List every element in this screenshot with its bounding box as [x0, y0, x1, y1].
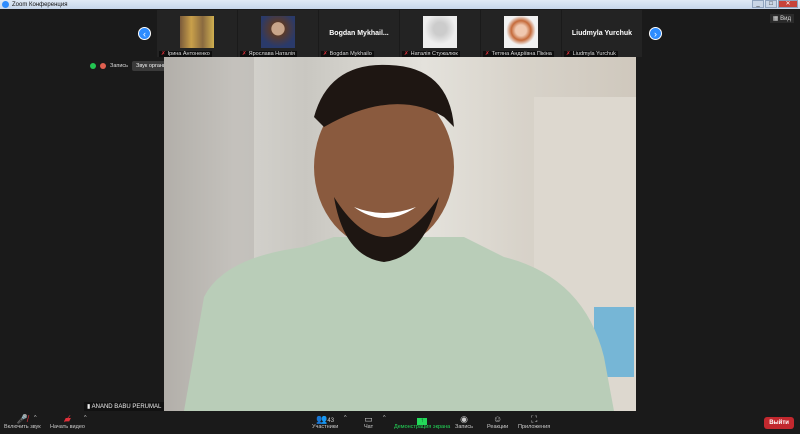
participant-tile[interactable]: ✗ Ірина Антоненко	[157, 10, 238, 57]
chat-button[interactable]: ▭ Чат	[364, 414, 373, 430]
record-label: Запись	[455, 424, 474, 430]
active-speaker-video	[164, 57, 636, 411]
chat-icon: ▭	[364, 414, 373, 424]
participant-strip: ✗ Ірина Антоненко ✗ Ярослава Наталія Bogda…	[157, 10, 643, 57]
participant-display-name: Bogdan Mykhail...	[329, 30, 389, 37]
video-off-icon: ▰̸	[64, 414, 71, 424]
meeting-toolbar: 🎤̸ Включить звук ^ ▰̸ Начать видео ^ 👥43 Уч…	[0, 412, 800, 434]
participant-display-name: Liudmyla Yurchuk	[571, 30, 633, 37]
recording-label: Запись	[110, 63, 129, 69]
start-video-label: Начать видео	[50, 424, 85, 430]
chat-label: Чат	[364, 424, 374, 430]
minimize-button[interactable]: _	[752, 0, 764, 8]
speaker-video-frame	[164, 57, 636, 411]
participant-photo	[423, 16, 457, 48]
recording-dot-icon	[100, 63, 106, 69]
record-button[interactable]: ◉ Запись	[455, 414, 473, 430]
maximize-button[interactable]: □	[765, 0, 777, 8]
share-screen-button[interactable]: ↑ Демонстрация экрана	[394, 414, 450, 430]
participant-photo	[261, 16, 295, 48]
participant-tile[interactable]: Bogdan Mykhail... ✗ Bogdan Mykhailo	[319, 10, 400, 57]
participant-tile[interactable]: Liudmyla Yurchuk ✗ Liudmyla Yurchuk	[562, 10, 643, 57]
zoom-logo-icon	[2, 1, 9, 8]
apps-button[interactable]: ⛶ Приложения	[518, 414, 550, 430]
participants-button[interactable]: 👥43 Участники	[312, 414, 338, 430]
share-screen-label: Демонстрация экрана	[394, 424, 451, 430]
participants-label: Участники	[312, 424, 339, 430]
close-button[interactable]: ✕	[778, 0, 798, 8]
apps-label: Приложения	[518, 424, 551, 430]
speaker-name: ANAND BABU PERUMAL	[91, 404, 162, 410]
reactions-label: Реакции	[487, 424, 509, 430]
share-screen-icon: ↑	[394, 414, 450, 425]
audio-options-caret[interactable]: ^	[34, 415, 37, 421]
title-bar: Zoom Конференция _ □ ✕	[0, 0, 800, 9]
encryption-shield-icon	[90, 63, 96, 69]
participants-options-caret[interactable]: ^	[344, 415, 347, 421]
participant-tile[interactable]: ✗ Ярослава Наталія	[238, 10, 319, 57]
participant-tile[interactable]: ✗ Тетяна Андріївна Пікіна	[481, 10, 562, 57]
previous-page-button[interactable]: ‹	[138, 27, 151, 40]
record-icon: ◉	[460, 414, 468, 424]
unmute-label: Включить звук	[4, 424, 41, 430]
speaker-name-badge: ▮ ANAND BABU PERUMAL	[84, 402, 165, 411]
view-button[interactable]: ▦ Вид	[769, 14, 794, 23]
participant-tile[interactable]: ✗ Наталія Стужалюк	[400, 10, 481, 57]
participants-icon: 👥43	[316, 414, 335, 424]
participant-photo	[504, 16, 538, 48]
participant-photo	[180, 16, 214, 48]
video-options-caret[interactable]: ^	[84, 415, 87, 421]
chat-options-caret[interactable]: ^	[383, 415, 386, 421]
window-title: Zoom Конференция	[12, 1, 68, 8]
reactions-icon: ☺	[493, 414, 503, 424]
apps-icon: ⛶	[530, 414, 538, 424]
view-label: Вид	[780, 16, 791, 22]
leave-button[interactable]: Выйти	[764, 417, 794, 429]
start-video-button[interactable]: ▰̸ Начать видео	[50, 414, 85, 430]
next-page-button[interactable]: ›	[649, 27, 662, 40]
reactions-button[interactable]: ☺ Реакции	[487, 414, 508, 430]
